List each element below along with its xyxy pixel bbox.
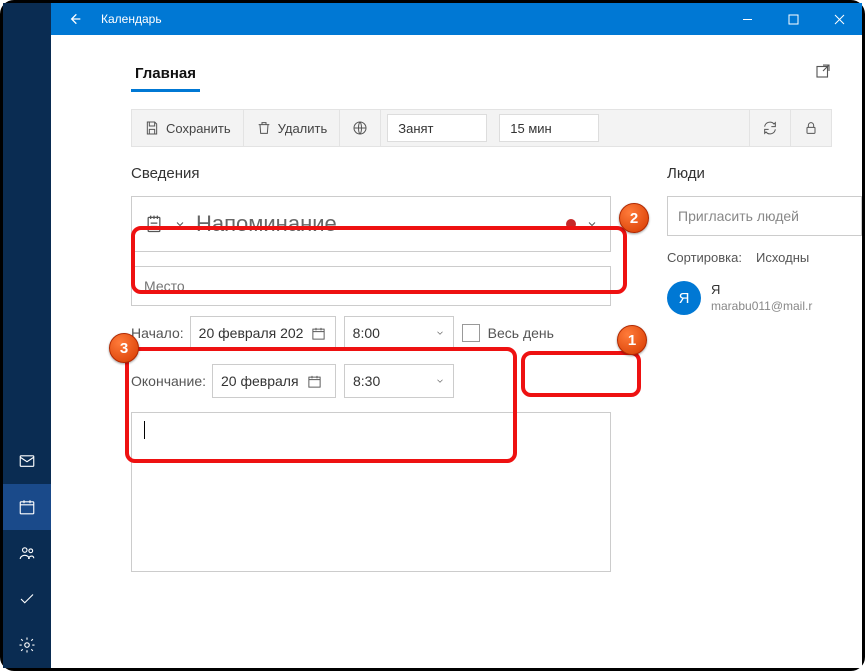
person-name: Я	[711, 282, 812, 299]
invite-input[interactable]: Пригласить людей	[667, 196, 862, 236]
maximize-button[interactable]	[770, 3, 816, 35]
chevron-down-icon[interactable]	[586, 218, 598, 230]
people-column: Люди Пригласить людей Сортировка: Исходн…	[667, 165, 862, 650]
chevron-down-icon	[435, 376, 445, 386]
rail-calendar[interactable]	[3, 484, 51, 530]
calendar-icon	[311, 326, 326, 341]
left-rail	[3, 3, 51, 668]
content-area: Главная Сохранить Удалить Занят 15 мин	[51, 35, 862, 668]
rail-todo[interactable]	[3, 576, 51, 622]
start-label: Начало:	[131, 325, 184, 341]
sort-row: Сортировка: Исходны	[667, 250, 862, 265]
avatar: Я	[667, 281, 701, 315]
lock-icon	[803, 120, 819, 136]
tab-main[interactable]: Главная	[131, 57, 200, 90]
people-heading: Люди	[667, 165, 862, 182]
arrow-left-icon	[67, 11, 83, 27]
gear-icon	[18, 636, 36, 654]
popout-icon	[814, 62, 832, 80]
rail-people[interactable]	[3, 530, 51, 576]
start-time-picker[interactable]: 8:00	[344, 316, 454, 350]
end-label: Окончание:	[131, 373, 206, 389]
close-button[interactable]	[816, 3, 862, 35]
check-icon	[18, 590, 36, 608]
recurrence-button[interactable]	[749, 110, 791, 146]
event-title-row[interactable]	[131, 196, 611, 252]
details-column: Сведения Начало:	[131, 165, 643, 650]
maximize-icon	[788, 14, 799, 25]
status-combo[interactable]: Занят	[387, 114, 487, 142]
titlebar: Календарь	[51, 3, 862, 35]
allday-toggle[interactable]: Весь день	[462, 324, 554, 342]
note-icon	[144, 214, 164, 234]
toolbar: Сохранить Удалить Занят 15 мин	[131, 109, 832, 147]
description-box[interactable]	[131, 412, 611, 572]
location-row[interactable]	[131, 266, 611, 306]
globe-icon	[352, 120, 368, 136]
allday-checkbox[interactable]	[462, 324, 480, 342]
trash-icon	[256, 120, 272, 136]
start-date-picker[interactable]: 20 февраля 202	[190, 316, 336, 350]
text-cursor	[144, 421, 145, 439]
chevron-down-icon	[435, 328, 445, 338]
details-heading: Сведения	[131, 165, 643, 182]
rail-settings[interactable]	[3, 622, 51, 668]
sort-value[interactable]: Исходны	[756, 250, 809, 265]
window-title: Календарь	[99, 12, 162, 26]
calendar-icon	[307, 374, 322, 389]
end-time-picker[interactable]: 8:30	[344, 364, 454, 398]
delete-button[interactable]: Удалить	[244, 110, 341, 146]
show-as-button[interactable]	[340, 110, 381, 146]
close-icon	[834, 14, 845, 25]
category-color-dot	[566, 219, 576, 229]
mail-icon	[18, 452, 36, 470]
minimize-button[interactable]	[724, 3, 770, 35]
recurrence-icon	[762, 120, 778, 136]
reminder-combo[interactable]: 15 мин	[499, 114, 599, 142]
private-button[interactable]	[791, 110, 831, 146]
person-me[interactable]: Я Я marabu011@mail.r	[667, 281, 862, 315]
event-title-input[interactable]	[196, 211, 556, 237]
minimize-icon	[742, 14, 753, 25]
rail-mail[interactable]	[3, 438, 51, 484]
calendar-icon	[18, 498, 36, 516]
sort-label: Сортировка:	[667, 250, 742, 265]
tab-bar: Главная	[131, 53, 862, 93]
people-icon	[18, 544, 36, 562]
save-icon	[144, 120, 160, 136]
back-button[interactable]	[51, 3, 99, 35]
popout-button[interactable]	[814, 62, 832, 85]
end-date-picker[interactable]: 20 февраля	[212, 364, 336, 398]
location-input[interactable]	[144, 278, 598, 294]
save-button[interactable]: Сохранить	[132, 110, 244, 146]
chevron-down-icon	[174, 218, 186, 230]
person-email: marabu011@mail.r	[711, 299, 812, 315]
